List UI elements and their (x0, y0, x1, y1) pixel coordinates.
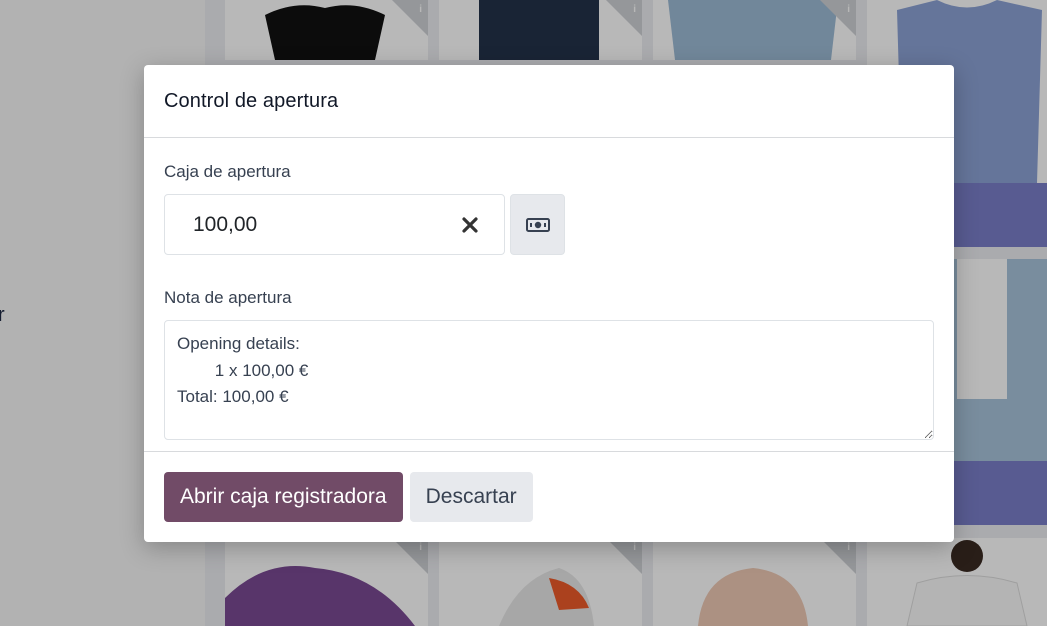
discard-button[interactable]: Descartar (409, 472, 533, 522)
opening-control-dialog: Control de apertura Caja de apertura 100… (144, 65, 954, 542)
dialog-header: Control de apertura (144, 65, 954, 138)
close-x-icon[interactable] (458, 213, 482, 237)
opening-cash-row (164, 194, 934, 255)
opening-cash-field (164, 194, 505, 255)
opening-cash-input[interactable] (193, 212, 443, 237)
open-register-button[interactable]: Abrir caja registradora (164, 472, 403, 522)
opening-cash-label: Caja de apertura (164, 162, 291, 181)
cash-details-button[interactable] (510, 194, 565, 255)
dialog-title: Control de apertura (164, 89, 339, 112)
money-bill-icon (525, 217, 550, 232)
opening-note-textarea[interactable]: Opening details: 1 x 100,00 € Total: 100… (164, 320, 934, 440)
dialog-footer: Abrir caja registradora Descartar (144, 452, 954, 542)
dialog-body: Caja de apertura Nota de apertura (144, 138, 954, 452)
opening-note-label: Nota de apertura (164, 288, 292, 307)
